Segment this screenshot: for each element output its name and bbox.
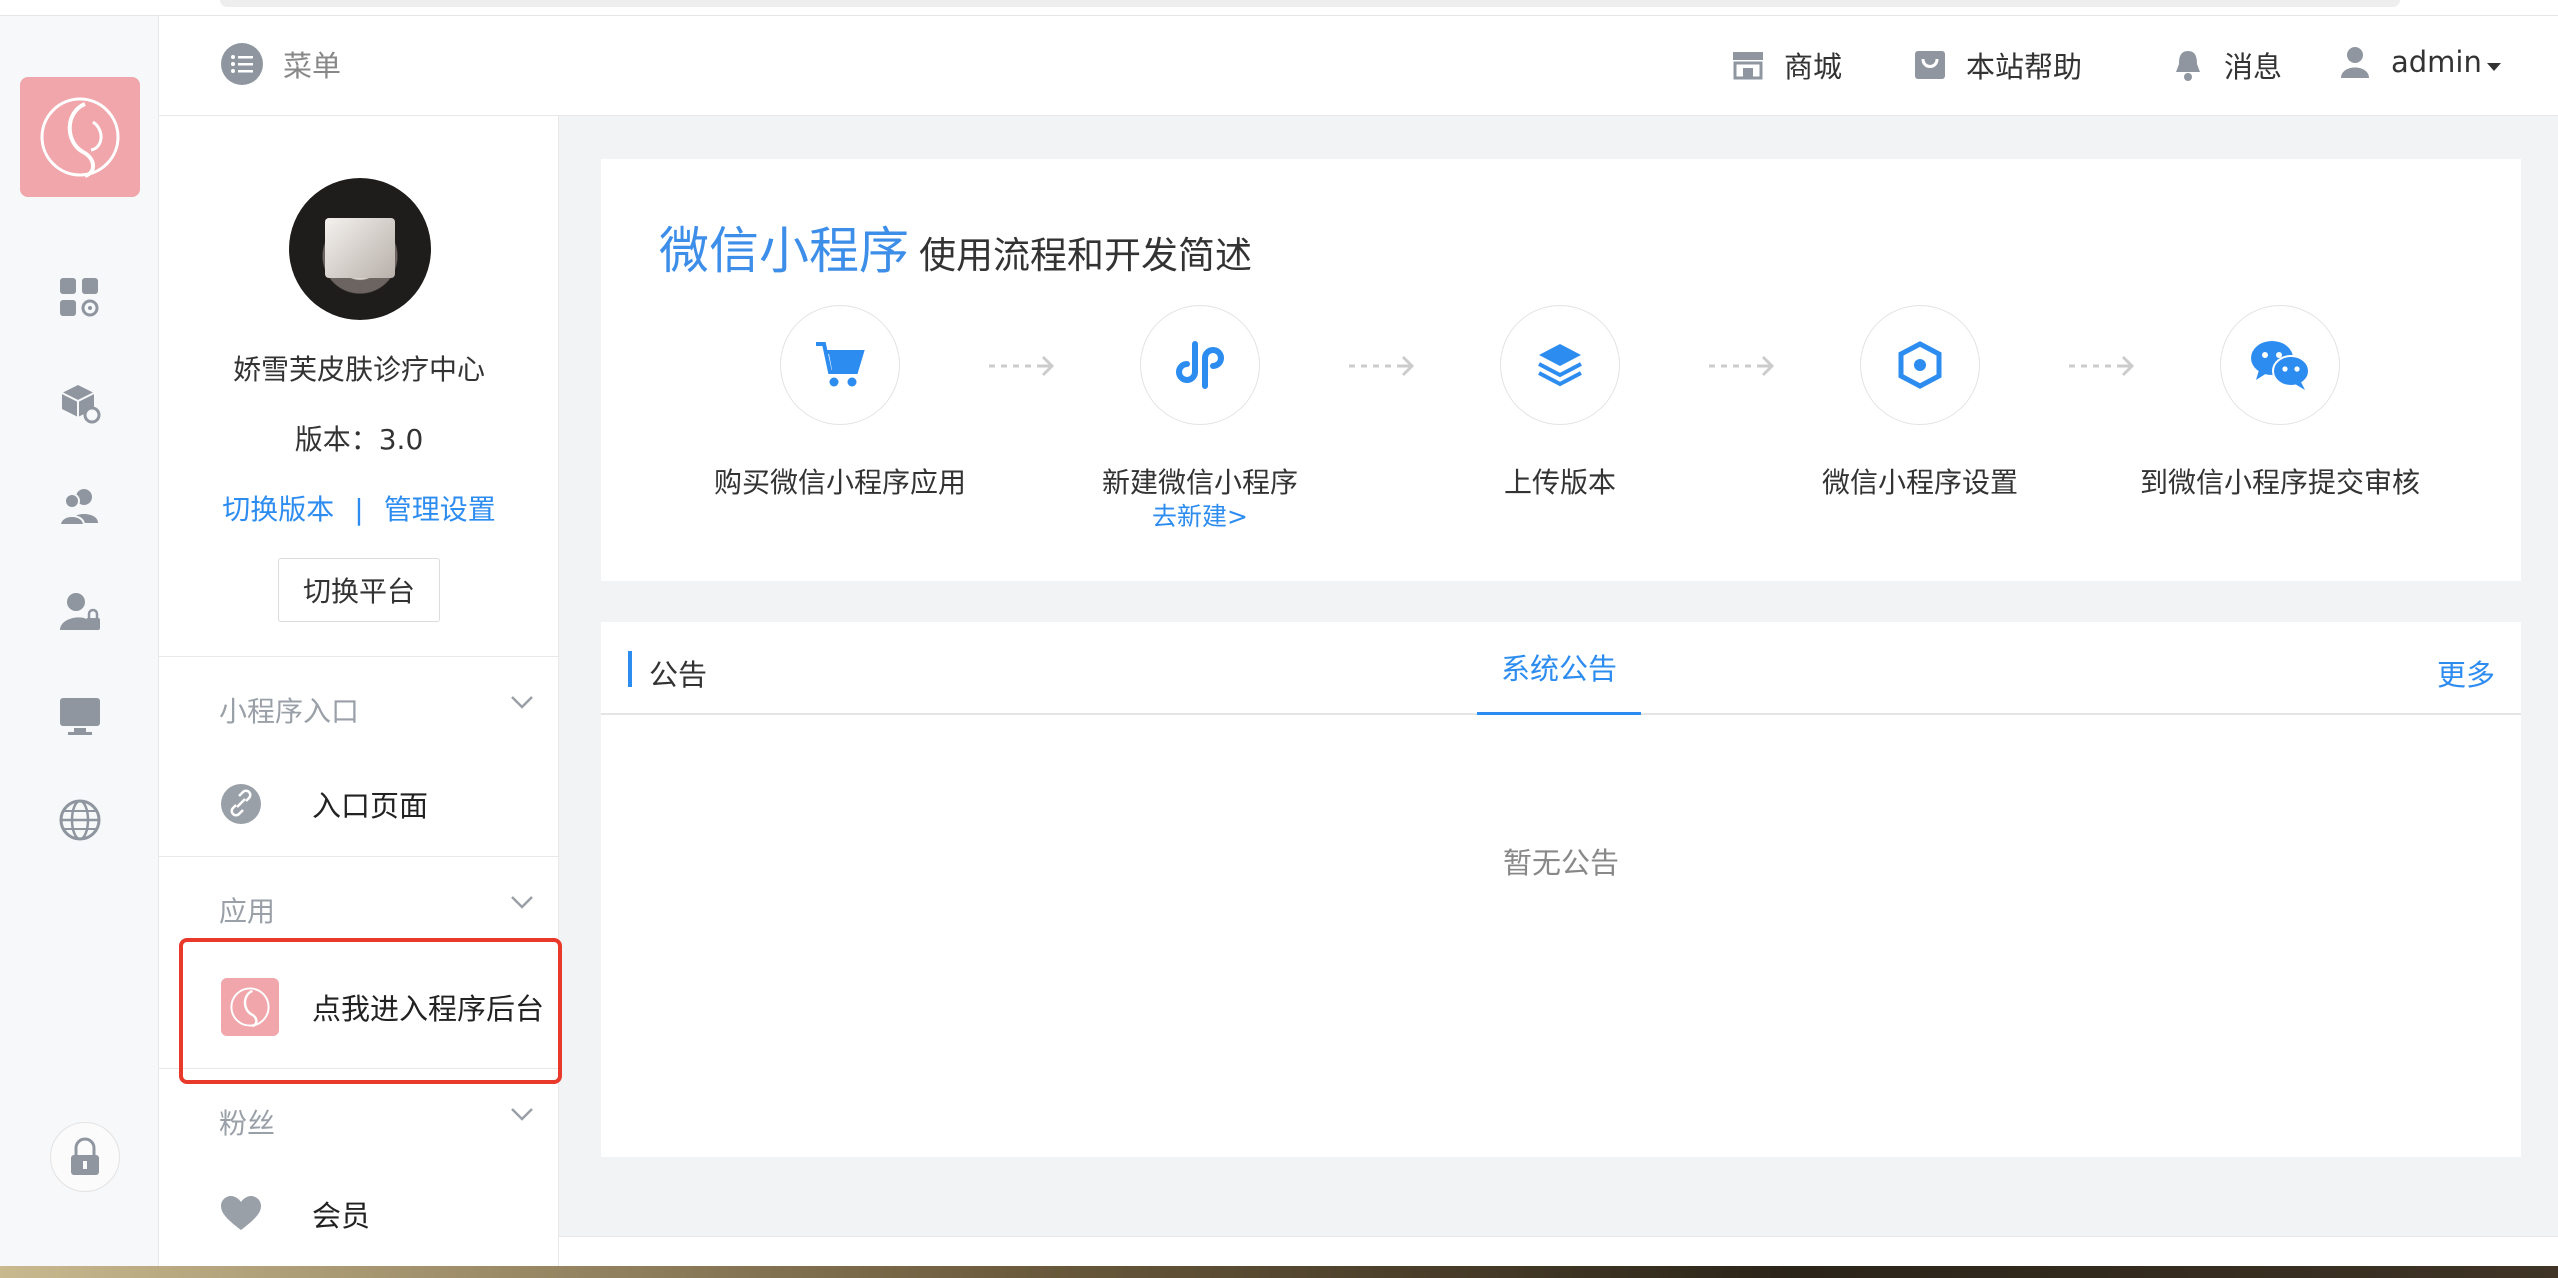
menu-item-enter-backend[interactable]: 点我进入程序后台 bbox=[159, 967, 559, 1047]
tab-system-notice[interactable]: 系统公告 bbox=[1477, 622, 1641, 715]
step-miniapp-settings-label: 微信小程序设置 bbox=[1821, 466, 2018, 499]
intro-title-sub: 使用流程和开发简述 bbox=[919, 234, 1252, 277]
chevron-down-icon[interactable] bbox=[509, 1101, 535, 1127]
create-new-link[interactable]: 去新建> bbox=[1020, 497, 1380, 533]
apps-settings-icon[interactable] bbox=[55, 273, 105, 323]
menu-item-members-label: 会员 bbox=[312, 1199, 371, 1233]
brand-logo-icon bbox=[40, 97, 120, 178]
step-submit-review-label: 到微信小程序提交审核 bbox=[2139, 466, 2420, 499]
globe-icon[interactable] bbox=[55, 795, 105, 845]
user-lock-icon[interactable] bbox=[55, 587, 105, 637]
menu-label: 菜单 bbox=[283, 49, 342, 83]
step-create-miniapp-label: 新建微信小程序 bbox=[1101, 466, 1298, 499]
left-rail bbox=[0, 16, 159, 1278]
section-title-fans: 粉丝 bbox=[219, 1107, 276, 1140]
nav-help[interactable]: 本站帮助 bbox=[1912, 44, 2082, 86]
side-panel: 娇雪芙皮肤诊疗中心 版本：3.0 切换版本 | 管理设置 切换平台 小程序入口 入口… bbox=[159, 116, 559, 1266]
desktop-edge bbox=[0, 1266, 2558, 1278]
monitor-icon[interactable] bbox=[55, 691, 105, 741]
section-title-apps: 应用 bbox=[219, 895, 276, 928]
step-upload-version-label: 上传版本 bbox=[1503, 466, 1616, 499]
link-chain-icon bbox=[221, 784, 261, 824]
list-icon bbox=[221, 43, 263, 85]
nav-messages-label: 消息 bbox=[2224, 50, 2283, 84]
divider bbox=[159, 656, 559, 657]
bell-icon bbox=[2170, 47, 2206, 83]
menu-item-entry-page[interactable]: 入口页面 bbox=[159, 764, 559, 844]
manage-settings-link[interactable]: 管理设置 bbox=[384, 493, 496, 526]
footer-strip bbox=[559, 1236, 2558, 1266]
step-upload-version[interactable]: 上传版本 bbox=[1380, 305, 1740, 501]
divider bbox=[159, 1068, 559, 1069]
top-header: 菜单 商城 本站帮助 消息 admin bbox=[159, 16, 2558, 116]
switch-platform-button[interactable]: 切换平台 bbox=[278, 558, 440, 622]
org-name: 娇雪芙皮肤诊疗中心 bbox=[232, 353, 485, 386]
intro-title-main: 微信小程序 bbox=[659, 222, 909, 280]
notice-title: 公告 bbox=[649, 658, 708, 692]
nav-messages[interactable]: 消息 bbox=[2170, 44, 2282, 86]
switch-version-link[interactable]: 切换版本 bbox=[222, 493, 334, 526]
help-bag-icon bbox=[1912, 47, 1948, 83]
nav-user[interactable]: admin bbox=[2337, 44, 2502, 80]
intro-title: 微信小程序 使用流程和开发简述 bbox=[659, 211, 1252, 283]
hexagon-icon bbox=[1860, 305, 1980, 425]
nav-help-label: 本站帮助 bbox=[1966, 50, 2083, 84]
divider bbox=[159, 856, 559, 857]
layers-icon bbox=[1500, 305, 1620, 425]
nav-store-label: 商城 bbox=[1784, 50, 1843, 84]
section-title-miniapp-entry: 小程序入口 bbox=[219, 695, 360, 728]
address-bar[interactable] bbox=[220, 0, 2400, 7]
users-icon[interactable] bbox=[55, 482, 105, 532]
notice-empty-text: 暂无公告 bbox=[1502, 846, 1619, 880]
nav-user-label: admin bbox=[2391, 45, 2482, 79]
step-buy-app[interactable]: 购买微信小程序应用 bbox=[660, 305, 1020, 501]
menu-toggle[interactable]: 菜单 bbox=[221, 43, 341, 85]
step-submit-review[interactable]: 到微信小程序提交审核 bbox=[2100, 305, 2460, 501]
link-separator: | bbox=[354, 493, 364, 526]
chevron-down-icon[interactable] bbox=[509, 889, 535, 915]
link-icon bbox=[1140, 305, 1260, 425]
notice-accent-bar bbox=[628, 651, 632, 687]
notice-more-link[interactable]: 更多 bbox=[2437, 652, 2495, 694]
box-settings-icon[interactable] bbox=[55, 378, 105, 428]
nav-store[interactable]: 商城 bbox=[1730, 44, 1842, 86]
brand-logo[interactable] bbox=[20, 77, 140, 197]
cart-icon bbox=[780, 305, 900, 425]
notice-card: 公告 系统公告 更多 暂无公告 bbox=[601, 622, 2521, 1157]
store-icon bbox=[1730, 47, 1766, 83]
menu-item-enter-backend-label: 点我进入程序后台 bbox=[312, 992, 545, 1026]
menu-item-members[interactable]: 会员 bbox=[159, 1174, 559, 1254]
menu-item-entry-page-label: 入口页面 bbox=[312, 789, 429, 823]
heart-icon bbox=[221, 1194, 261, 1234]
miniapp-intro-card: 微信小程序 使用流程和开发简述 购买微信小程序应用 新建微信小程序 去新建> 上… bbox=[601, 159, 2521, 581]
notice-header: 公告 系统公告 更多 bbox=[601, 622, 2521, 715]
version-label: 版本：3.0 bbox=[294, 423, 424, 456]
lock-icon[interactable] bbox=[50, 1122, 120, 1192]
app-logo-icon bbox=[221, 978, 279, 1036]
step-miniapp-settings[interactable]: 微信小程序设置 bbox=[1740, 305, 2100, 501]
chevron-down-icon[interactable] bbox=[509, 689, 535, 715]
wechat-icon bbox=[2220, 305, 2340, 425]
caret-down-icon bbox=[2486, 45, 2502, 79]
org-avatar[interactable] bbox=[289, 178, 431, 320]
browser-bar bbox=[0, 0, 2558, 16]
user-icon bbox=[2337, 44, 2373, 80]
panel-links: 切换版本 | 管理设置 bbox=[159, 488, 559, 528]
step-create-miniapp[interactable]: 新建微信小程序 去新建> bbox=[1020, 305, 1380, 533]
step-buy-app-label: 购买微信小程序应用 bbox=[713, 466, 966, 499]
